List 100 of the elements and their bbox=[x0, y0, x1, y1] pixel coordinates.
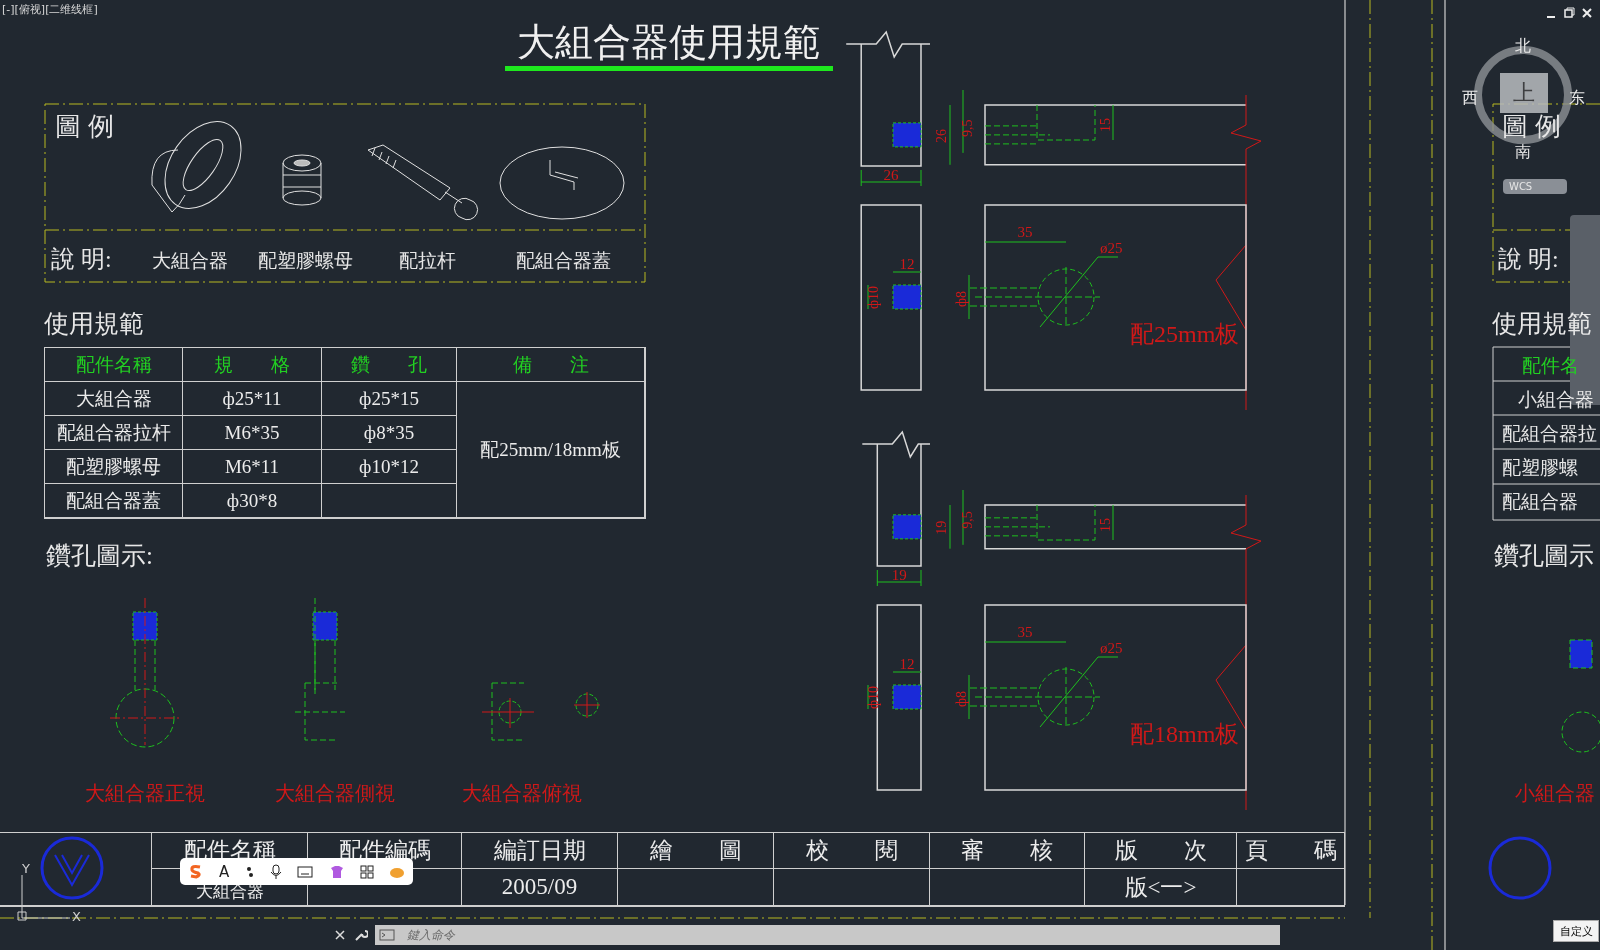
side-logo-icon bbox=[1488, 836, 1552, 900]
table-cell: ф10*12 bbox=[322, 450, 457, 484]
dimension-text: ф10 bbox=[866, 685, 881, 709]
dimension-text: ф8 bbox=[954, 690, 969, 707]
table-header: 規 格 bbox=[183, 348, 322, 382]
table-cell: 配塑膠螺母 bbox=[45, 450, 183, 484]
section-heading: 使用規範 bbox=[1492, 311, 1592, 336]
insert-hatch bbox=[892, 122, 922, 148]
table-cell: 大組合器 bbox=[45, 382, 183, 416]
dimension-text: ø25 bbox=[1100, 240, 1123, 256]
dimension-text: 35 bbox=[1017, 624, 1033, 640]
punctuation-icon bbox=[244, 864, 255, 879]
legend-caption: 配塑膠螺母 bbox=[256, 251, 354, 270]
close-icon[interactable] bbox=[335, 930, 345, 940]
table-header: 配件名 bbox=[1522, 356, 1579, 375]
table-cell: 小組合器 bbox=[1518, 390, 1594, 409]
dimension-text: 35 bbox=[1017, 224, 1033, 240]
command-line-field[interactable]: 鍵入命令 bbox=[401, 925, 1280, 945]
logo-icon bbox=[40, 836, 104, 900]
insert-hatch bbox=[892, 284, 922, 310]
table-cell: ф8*35 bbox=[322, 416, 457, 450]
title-block-header: 繪 圖 bbox=[618, 833, 774, 869]
microphone-icon bbox=[269, 863, 282, 880]
customize-button[interactable]: 自定义 bbox=[1553, 920, 1599, 942]
table-cell: 配塑膠螺 bbox=[1502, 458, 1578, 477]
dimension-text: 26 bbox=[883, 167, 899, 183]
shirt-icon bbox=[328, 864, 345, 879]
insert-nut-drawing bbox=[282, 154, 322, 206]
axis-label: Y bbox=[22, 862, 30, 875]
legend-heading: 圖 例 bbox=[1502, 114, 1561, 140]
dimension-text: 9,5 bbox=[960, 511, 975, 529]
title-block-cell: 2005/09 bbox=[462, 869, 618, 906]
close-icon[interactable] bbox=[1580, 6, 1594, 20]
title-block-cell: 版<一> bbox=[1085, 869, 1237, 906]
dimension-text: 12 bbox=[899, 256, 915, 272]
axis-label: X bbox=[72, 910, 81, 923]
viewport-label[interactable]: [-][俯视][二维线框] bbox=[2, 4, 98, 15]
drawing-title: 大組合器使用規範 bbox=[505, 22, 833, 71]
dimension-line bbox=[867, 671, 922, 710]
table-header: 鑽 孔 bbox=[322, 348, 457, 382]
caption-label: 說 明: bbox=[1498, 247, 1559, 271]
title-block-header: 審 核 bbox=[930, 833, 1085, 869]
table-cell: 配25mm/18mm板 bbox=[457, 382, 645, 518]
insert-hatch bbox=[892, 514, 922, 540]
cam-hole-circle bbox=[1037, 268, 1095, 326]
board-label: 配25mm板 bbox=[1130, 321, 1240, 347]
table-cell: ф30*8 bbox=[183, 484, 322, 518]
title-block-header: 頁 碼 bbox=[1237, 833, 1345, 869]
compass-label: 西 bbox=[1462, 90, 1478, 106]
ime-toolbar[interactable]: A bbox=[180, 858, 413, 885]
dimension-line bbox=[876, 569, 922, 587]
restore-icon[interactable] bbox=[1562, 6, 1576, 20]
dimension-text: 9,5 bbox=[960, 119, 975, 137]
dimension-line bbox=[860, 169, 922, 187]
dimension-text: 15 bbox=[1098, 118, 1113, 132]
legend-heading: 圖 例 bbox=[55, 114, 114, 140]
grid-icon bbox=[359, 864, 374, 879]
board-label: 配18mm板 bbox=[1130, 721, 1240, 747]
dimension-text: 19 bbox=[891, 567, 907, 583]
legend-caption: 配拉杆 bbox=[397, 251, 457, 270]
table-cell: 配組合器拉杆 bbox=[45, 416, 183, 450]
table-cell: 配組合器 bbox=[1502, 492, 1578, 511]
table-cell: M6*11 bbox=[183, 450, 322, 484]
keyboard-icon bbox=[297, 865, 314, 878]
view-caption: 大組合器側視 bbox=[275, 783, 395, 803]
table-cell: ф25*11 bbox=[183, 382, 322, 416]
legend-caption: 大組合器 bbox=[151, 251, 229, 270]
compass-label: 南 bbox=[1515, 144, 1531, 160]
ime-logo-icon bbox=[187, 863, 204, 880]
section-heading: 鑽孔圖示: bbox=[46, 543, 153, 568]
dimension-line bbox=[867, 271, 922, 310]
legend-caption: 配組合器蓋 bbox=[514, 251, 612, 270]
table-cell: 配組合器拉 bbox=[1502, 424, 1597, 443]
section-heading: 使用規範 bbox=[44, 311, 144, 336]
cam-hole-circle bbox=[1037, 668, 1095, 726]
view-caption: 小組合器 bbox=[1515, 783, 1595, 803]
title-block-header: 版 次 bbox=[1085, 833, 1237, 869]
dimension-text: ø25 bbox=[1100, 640, 1123, 656]
viewcube-face[interactable]: 上 bbox=[1500, 73, 1548, 113]
table-cell: ф25*15 bbox=[322, 382, 457, 416]
dimension-text: ф8 bbox=[954, 290, 969, 307]
insert-hatch bbox=[892, 684, 922, 710]
title-block-header: 編訂日期 bbox=[462, 833, 618, 869]
caption-label: 說 明: bbox=[51, 247, 112, 271]
dimension-text: 12 bbox=[899, 656, 915, 672]
table-cell: M6*35 bbox=[183, 416, 322, 450]
dimension-text: ф10 bbox=[866, 285, 881, 309]
command-prompt-icon bbox=[379, 929, 397, 941]
compass-label: 东 bbox=[1569, 90, 1585, 106]
table-header: 備 注 bbox=[457, 348, 645, 382]
table-cell: 配組合器蓋 bbox=[45, 484, 183, 518]
title-block-header: 校 閱 bbox=[774, 833, 930, 869]
table-header: 配件名稱 bbox=[45, 348, 183, 382]
dimension-text: 26 bbox=[934, 128, 949, 143]
dimension-text: 15 bbox=[1098, 518, 1113, 532]
wrench-icon[interactable] bbox=[354, 928, 368, 942]
dimension-text: 19 bbox=[934, 520, 949, 535]
view-caption: 大組合器正視 bbox=[85, 783, 205, 803]
view-caption: 大組合器俯視 bbox=[462, 783, 582, 803]
compass-label: 北 bbox=[1515, 38, 1531, 54]
